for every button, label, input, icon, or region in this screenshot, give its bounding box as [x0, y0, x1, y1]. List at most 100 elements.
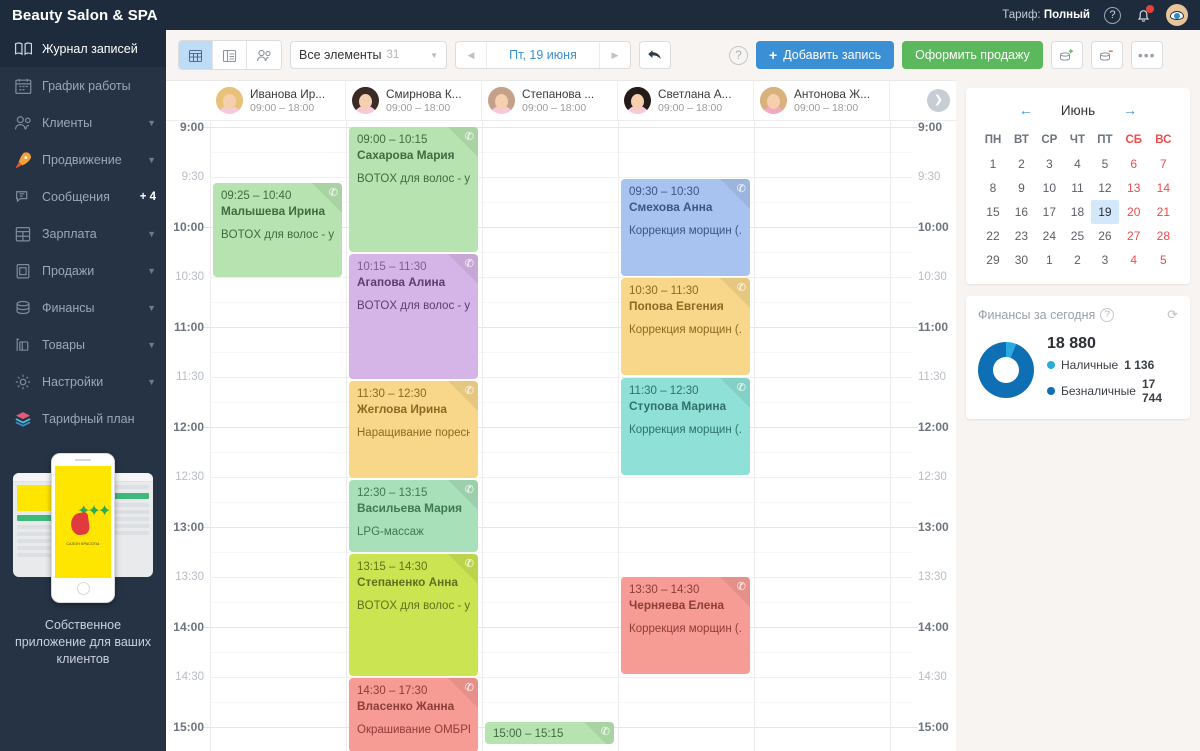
calendar-day[interactable]: 1	[1035, 248, 1064, 272]
calendar-day[interactable]: 29	[978, 248, 1008, 272]
elements-filter-select[interactable]: Все элементы 31 ▼	[290, 41, 447, 69]
calendar-weekday: ПТ	[1097, 134, 1113, 146]
money-out-button[interactable]	[1090, 41, 1123, 69]
refresh-icon[interactable]: ⟳	[1167, 307, 1178, 323]
calendar-day[interactable]: 24	[1035, 224, 1064, 248]
calendar-day[interactable]: 17	[1035, 200, 1064, 224]
calendar-day[interactable]: 15	[978, 200, 1008, 224]
calendar-day[interactable]: 4	[1064, 152, 1091, 176]
calendar-day[interactable]: 23	[1008, 224, 1035, 248]
calendar-day[interactable]: 26	[1091, 224, 1119, 248]
view-list-button[interactable]	[213, 41, 247, 69]
calendar-day[interactable]: 28	[1149, 224, 1178, 248]
current-date-label[interactable]: Пт, 19 июня	[486, 42, 600, 68]
calendar-day[interactable]: 8	[978, 176, 1008, 200]
chevron-down-icon: ▼	[147, 339, 156, 350]
staff-column-header-3[interactable]: Степанова ... 09:00 – 18:00	[482, 81, 618, 120]
schedule-grid[interactable]: 9:00 9:30 10:00 10:30 11:00 11:30 12:00 12:30 13…	[166, 120, 956, 751]
more-actions-button[interactable]: •••	[1130, 41, 1163, 69]
calendar-day[interactable]: 13	[1119, 176, 1149, 200]
prev-day-button[interactable]: ◀	[456, 42, 486, 68]
calendar-prev-month-button[interactable]: ←	[1019, 102, 1033, 118]
calendar-day[interactable]: 22	[978, 224, 1008, 248]
calendar-day[interactable]: 18	[1064, 200, 1091, 224]
calendar-day[interactable]: 10	[1035, 176, 1064, 200]
sidebar-item-11[interactable]: Тарифный план	[0, 400, 166, 437]
undo-button[interactable]	[639, 41, 671, 69]
view-calendar-grid-button[interactable]	[179, 41, 213, 69]
time-label-r: 9:00	[918, 120, 943, 134]
time-label-l: 12:00	[173, 420, 204, 434]
calendar-day[interactable]: 20	[1119, 200, 1149, 224]
staff-column-header-5[interactable]: Антонова Ж... 09:00 – 18:00	[754, 81, 890, 120]
appointment-card[interactable]: 09:30 – 10:30 Смехова Анна Коррекция морщи…	[621, 179, 750, 276]
toolbar-help-icon[interactable]: ?	[729, 45, 748, 65]
time-label-l: 11:30	[176, 371, 204, 383]
view-staff-button[interactable]	[247, 41, 281, 69]
sidebar-item-5[interactable]: Сообщения + 4	[0, 178, 166, 215]
calendar-day[interactable]: 3	[1091, 248, 1119, 272]
sidebar-item-8[interactable]: Финансы ▼	[0, 289, 166, 326]
add-record-button[interactable]: + Добавить запись	[756, 41, 895, 69]
appointment-card[interactable]: 12:30 – 13:15 Васильева Мария LPG-массаж ✆	[349, 480, 478, 552]
calendar-day[interactable]: 16	[1008, 200, 1035, 224]
calendar-day[interactable]: 5	[1091, 152, 1119, 176]
calendar-day[interactable]: 11	[1064, 176, 1091, 200]
calendar-day[interactable]: 2	[1008, 152, 1035, 176]
finance-help-icon[interactable]: ?	[1100, 308, 1115, 322]
make-sale-button[interactable]: Оформить продажу	[902, 41, 1043, 69]
staff-column-header-4[interactable]: Светлана А... 09:00 – 18:00	[618, 81, 754, 120]
staff-header-row: Иванова Ир... 09:00 – 18:00 Смирнова К... 0…	[166, 81, 956, 121]
staff-column-header-1[interactable]: Иванова Ир... 09:00 – 18:00	[210, 81, 346, 120]
sidebar-item-7[interactable]: Продажи ▼	[0, 252, 166, 289]
calendar-day[interactable]: 7	[1149, 152, 1178, 176]
calendar-day[interactable]: 27	[1119, 224, 1149, 248]
sidebar-item-3[interactable]: Клиенты ▼	[0, 104, 166, 141]
appointment-card[interactable]: 14:30 – 17:30 Власенко Жанна Окрашивание О…	[349, 678, 478, 751]
user-avatar[interactable]	[1166, 4, 1188, 26]
grid-line-quarter	[210, 652, 912, 653]
promo-line-3: клиентов	[56, 652, 110, 666]
hour-tick	[912, 227, 918, 228]
calendar-day[interactable]: 3	[1035, 152, 1064, 176]
appointment-card[interactable]: 11:30 – 12:30 Жеглова Ирина Наращивание по…	[349, 381, 478, 478]
sidebar-item-10[interactable]: Настройки ▼	[0, 363, 166, 400]
calendar-day[interactable]: 30	[1008, 248, 1035, 272]
sidebar-item-6[interactable]: Зарплата ▼	[0, 215, 166, 252]
calendar-day[interactable]: 25	[1064, 224, 1091, 248]
appointment-card[interactable]: 15:00 – 15:15 ✆	[485, 722, 614, 744]
calendar-weekday: СР	[1041, 134, 1058, 146]
money-out-icon	[1100, 50, 1114, 61]
sidebar-item-1[interactable]: Журнал записей	[0, 30, 166, 67]
next-staff-button[interactable]: ❯	[927, 89, 950, 112]
next-day-button[interactable]: ▶	[600, 42, 630, 68]
appointment-card[interactable]: 10:30 – 11:30 Попова Евгения Коррекция мор…	[621, 278, 750, 375]
add-record-label: Добавить запись	[783, 48, 882, 62]
money-in-button[interactable]	[1050, 41, 1083, 69]
calendar-next-month-button[interactable]: →	[1123, 102, 1137, 118]
appointment-card[interactable]: 13:15 – 14:30 Степаненко Анна BOTOX для во…	[349, 554, 478, 676]
appointment-card[interactable]: 09:00 – 10:15 Сахарова Мария BOTOX для вол…	[349, 127, 478, 252]
calendar-day[interactable]: 21	[1149, 200, 1178, 224]
appointment-card[interactable]: 11:30 – 12:30 Ступова Марина Коррекция мор…	[621, 378, 750, 475]
calendar-day[interactable]: 5	[1149, 248, 1178, 272]
appointment-card[interactable]: 10:15 – 11:30 Агапова Алина BOTOX для воло…	[349, 254, 478, 379]
calendar-day[interactable]: 12	[1091, 176, 1119, 200]
calendar-day[interactable]: 14	[1149, 176, 1178, 200]
elements-filter-label: Все элементы	[299, 48, 382, 62]
calendar-day[interactable]: 9	[1008, 176, 1035, 200]
appointment-card[interactable]: 09:25 – 10:40 Малышева Ирина BOTOX для вол…	[213, 183, 342, 277]
mobile-app-promo[interactable]: ✦✦✦ САЛОН КРАСОТЫ Собственное приложение…	[0, 449, 166, 668]
appointment-card[interactable]: 13:30 – 14:30 Черняева Елена Коррекция мор…	[621, 577, 750, 674]
bell-icon[interactable]	[1135, 4, 1154, 24]
calendar-day[interactable]: 2	[1064, 248, 1091, 272]
calendar-day[interactable]: 19	[1091, 200, 1119, 224]
calendar-day[interactable]: 1	[978, 152, 1008, 176]
staff-column-header-2[interactable]: Смирнова К... 09:00 – 18:00	[346, 81, 482, 120]
calendar-day[interactable]: 4	[1119, 248, 1149, 272]
sidebar-item-4[interactable]: Продвижение ▼	[0, 141, 166, 178]
sidebar-item-2[interactable]: График работы	[0, 67, 166, 104]
help-icon[interactable]: ?	[1104, 6, 1121, 24]
sidebar-item-9[interactable]: Товары ▼	[0, 326, 166, 363]
calendar-day[interactable]: 6	[1119, 152, 1149, 176]
